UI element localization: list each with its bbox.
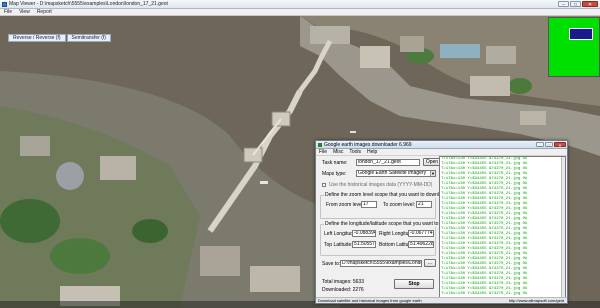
dialog-menu-misc[interactable]: Misc xyxy=(333,149,343,155)
window-title: Map Viewer - D:\mapsketch\5555\examples\… xyxy=(9,1,168,7)
right-longitude-input[interactable]: -0.067774 xyxy=(408,230,434,237)
dialog-menubar: File Misc Tools Help xyxy=(316,149,567,156)
browse-button[interactable]: ... xyxy=(424,259,436,267)
dialog-menu-tools[interactable]: Tools xyxy=(349,149,361,155)
bottom-latitude-input[interactable]: 51.4962289 xyxy=(408,241,434,248)
window-controls: – □ ✕ xyxy=(558,1,598,8)
downloader-dialog: Google earth images downloader 6.969 – □… xyxy=(315,140,568,304)
download-log[interactable]: T=17&x=130 Y=$34455 &74270_21.jpg Ok T=17… xyxy=(439,156,566,300)
dialog-close-button[interactable]: ✕ xyxy=(554,142,566,148)
tab-semitransfer[interactable]: Semitransfer (f) xyxy=(66,34,111,42)
dialog-minimize-button[interactable]: – xyxy=(536,142,544,148)
task-name-label: Task name: xyxy=(322,160,348,166)
log-scrollbar[interactable] xyxy=(561,157,565,299)
dialog-status-right: http://www.allmapsoft.com/geid xyxy=(508,298,564,303)
from-zoom-input[interactable]: 17 xyxy=(361,201,377,208)
menu-view[interactable]: View xyxy=(19,9,30,15)
to-zoom-label: To zoom level: xyxy=(383,202,415,208)
maximize-button[interactable]: □ xyxy=(570,1,581,8)
dialog-title: Google earth images downloader 6.969 xyxy=(324,142,412,148)
tab-reverse[interactable]: Reverse / Reverse (f) xyxy=(8,34,66,42)
main-window-titlebar: Map Viewer - D:\mapsketch\5555\examples\… xyxy=(0,0,600,9)
zoom-group-title: Define the zoom level scope that you wan… xyxy=(324,192,449,198)
dialog-menu-help[interactable]: Help xyxy=(367,149,377,155)
main-menubar: File View Report xyxy=(0,9,600,16)
menu-report[interactable]: Report xyxy=(37,9,52,15)
stop-button[interactable]: Stop xyxy=(394,279,434,289)
maps-type-select[interactable]: Google Earth Satellite Imagery ▼ xyxy=(356,170,436,177)
menu-file[interactable]: File xyxy=(4,9,12,15)
maps-type-label: Maps type: xyxy=(322,171,347,177)
close-button[interactable]: ✕ xyxy=(582,1,598,8)
dialog-titlebar: Google earth images downloader 6.969 – □… xyxy=(316,141,567,149)
historical-checkbox[interactable] xyxy=(322,183,326,187)
maps-type-value: Google Earth Satellite Imagery xyxy=(358,170,427,176)
map-icon xyxy=(2,2,7,7)
downloaded-label: Downloaded: 2276 xyxy=(322,287,364,293)
minimap[interactable] xyxy=(548,17,600,77)
dialog-maximize-button[interactable]: □ xyxy=(545,142,553,148)
dialog-status-left: Download satellite and historical images… xyxy=(318,298,422,303)
from-zoom-label: From zoom level: xyxy=(326,202,365,208)
log-lines-container: T=17&x=130 Y=$34455 &74270_21.jpg Ok T=17… xyxy=(440,157,565,297)
top-latitude-input[interactable]: 51.50557 xyxy=(352,241,376,248)
left-longitude-input[interactable]: -0.0883944 xyxy=(352,230,376,237)
dialog-menu-file[interactable]: File xyxy=(319,149,327,155)
to-zoom-input[interactable]: 21 xyxy=(416,201,432,208)
chevron-down-icon[interactable]: ▼ xyxy=(430,171,435,176)
minimap-viewport[interactable] xyxy=(569,28,593,40)
top-latitude-label: Top Latitude: xyxy=(324,242,353,248)
dialog-statusbar: Download satellite and historical images… xyxy=(316,297,567,303)
historical-label: Use the historical images data (YYYY-MM-… xyxy=(329,182,433,188)
area-scope-group: Define the longitude/latitude scope that… xyxy=(320,221,463,256)
minimize-button[interactable]: – xyxy=(558,1,569,8)
save-to-label: Save to: xyxy=(322,261,341,267)
dialog-window-controls: – □ ✕ xyxy=(536,142,566,148)
task-name-input[interactable]: london_17_21.geot xyxy=(356,159,420,166)
save-to-input[interactable]: D:\mapsketch\5555\examples\London xyxy=(340,260,422,267)
total-images-label: Total images: 5633 xyxy=(322,279,364,285)
map-tabs: Reverse / Reverse (f) Semitransfer (f) xyxy=(8,34,111,42)
globe-icon xyxy=(318,143,322,147)
